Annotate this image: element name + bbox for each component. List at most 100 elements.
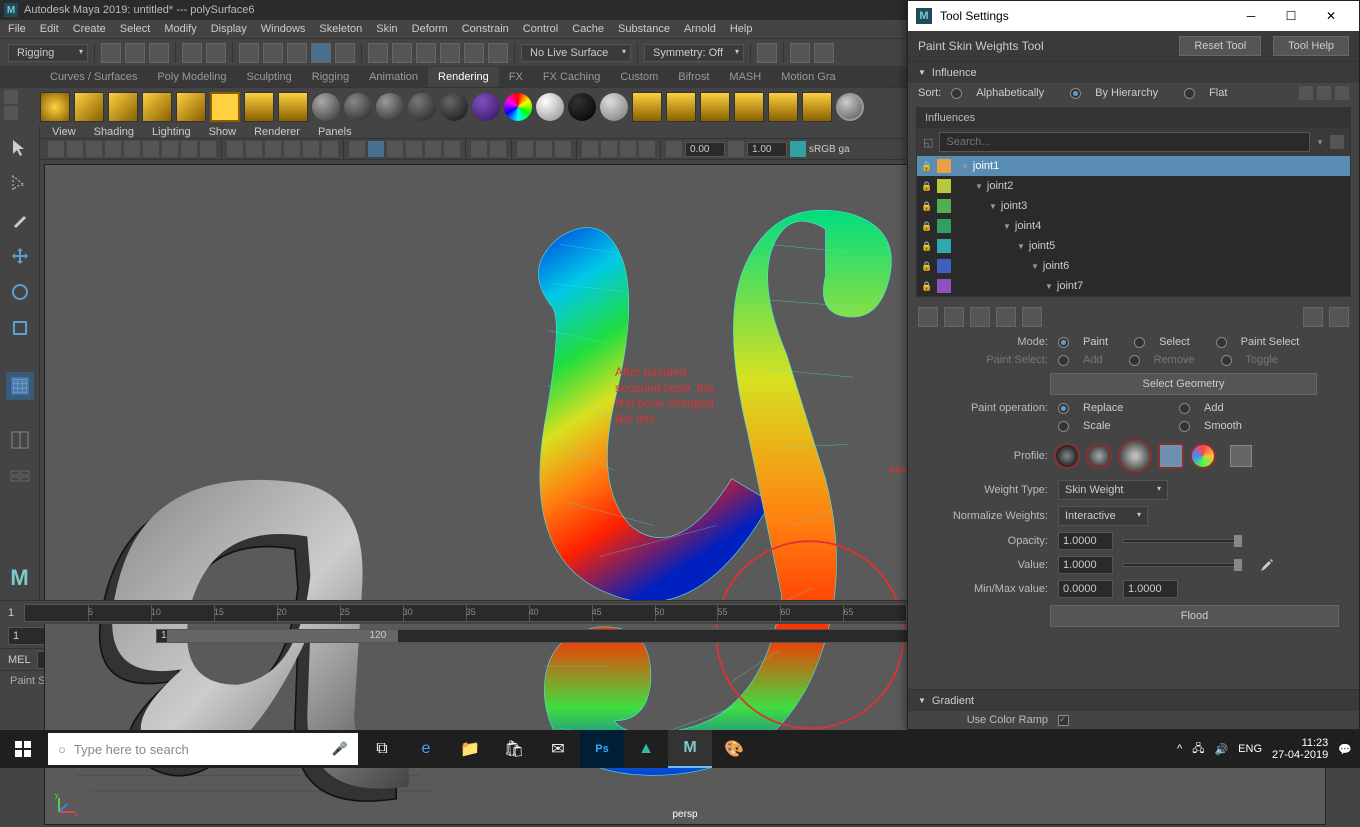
joint-row-joint3[interactable]: 🔒 ▼ joint3 xyxy=(917,196,1350,216)
shelf-edit-icon[interactable] xyxy=(4,90,18,104)
shelf-tab-bifrost[interactable]: Bifrost xyxy=(668,67,719,87)
gamma-reset-icon[interactable] xyxy=(728,141,744,157)
filter-icon[interactable]: ◱ xyxy=(923,136,933,149)
shelf-tab-custom[interactable]: Custom xyxy=(610,67,668,87)
target-icon[interactable] xyxy=(836,93,864,121)
shader-phong-icon[interactable] xyxy=(344,93,372,121)
panel-lighting[interactable]: Lighting xyxy=(152,126,191,138)
value-slider[interactable] xyxy=(1123,563,1243,567)
paint-icon[interactable]: 🎨 xyxy=(712,730,756,768)
shelf-tab-fxcaching[interactable]: FX Caching xyxy=(533,67,610,87)
render-settings-icon[interactable] xyxy=(802,92,832,122)
move-weights-icon[interactable] xyxy=(996,307,1016,327)
notifications-icon[interactable]: 💬 xyxy=(1338,743,1352,756)
sort-flat-radio[interactable] xyxy=(1184,88,1195,99)
render-icon[interactable] xyxy=(790,43,810,63)
show-influenced-icon[interactable] xyxy=(1303,307,1323,327)
menu-windows[interactable]: Windows xyxy=(261,23,306,35)
mode-paint-radio[interactable] xyxy=(1058,337,1069,348)
photoshop-icon[interactable]: Ps xyxy=(580,730,624,768)
brush-solid[interactable] xyxy=(1118,439,1152,473)
use-color-ramp-checkbox[interactable] xyxy=(1058,715,1069,726)
mode-paintselect-radio[interactable] xyxy=(1216,337,1227,348)
snap-view-icon[interactable] xyxy=(464,43,484,63)
shader-standard-icon[interactable] xyxy=(244,92,274,122)
lock-icon[interactable]: 🔒 xyxy=(921,240,933,252)
shader-grey-icon[interactable] xyxy=(600,93,628,121)
grid-icon[interactable] xyxy=(143,141,159,157)
sort-alpha-radio[interactable] xyxy=(951,88,962,99)
brush-square[interactable] xyxy=(1158,443,1184,469)
select-component-icon[interactable] xyxy=(311,43,331,63)
shader-blinn-icon[interactable] xyxy=(312,93,340,121)
color-mgmt-icon[interactable] xyxy=(790,141,806,157)
language-indicator[interactable]: ENG xyxy=(1238,743,1262,755)
joint-color-swatch[interactable] xyxy=(937,239,951,253)
joint-color-swatch[interactable] xyxy=(937,259,951,273)
move-tool-icon[interactable] xyxy=(6,242,34,270)
shader-ramp-icon[interactable] xyxy=(440,93,468,121)
menu-substance[interactable]: Substance xyxy=(618,23,670,35)
shader-phonge-icon[interactable] xyxy=(376,93,404,121)
shelf-tab-rigging[interactable]: Rigging xyxy=(302,67,359,87)
mode-select-radio[interactable] xyxy=(1134,337,1145,348)
ao-icon[interactable] xyxy=(425,141,441,157)
opacity-slider[interactable] xyxy=(1123,539,1243,543)
menu-file[interactable]: File xyxy=(8,23,26,35)
panel-view[interactable]: View xyxy=(52,126,76,138)
joint-color-swatch[interactable] xyxy=(937,219,951,233)
panel-show[interactable]: Show xyxy=(209,126,237,138)
lock-icon[interactable]: 🔒 xyxy=(921,160,933,172)
paint-select-icon[interactable] xyxy=(6,206,34,234)
hypershade-icon[interactable] xyxy=(734,92,764,122)
toggle-d-icon[interactable] xyxy=(639,141,655,157)
paint-weights-tool-icon[interactable] xyxy=(6,372,34,400)
close-button[interactable]: ✕ xyxy=(1311,2,1351,30)
lock-icon[interactable]: 🔒 xyxy=(921,220,933,232)
snap-curve-icon[interactable] xyxy=(392,43,412,63)
eyedropper-icon[interactable] xyxy=(1259,557,1275,573)
select-multi-icon[interactable] xyxy=(335,43,355,63)
shelf-tab-motion[interactable]: Motion Gra xyxy=(771,67,845,87)
panel-shading[interactable]: Shading xyxy=(94,126,134,138)
dof-icon[interactable] xyxy=(471,141,487,157)
shader-black-icon[interactable] xyxy=(568,93,596,121)
show-all-icon[interactable] xyxy=(1329,307,1349,327)
gamma-value[interactable] xyxy=(747,142,787,157)
shelf-tab-rendering[interactable]: Rendering xyxy=(428,67,499,87)
render-view-icon[interactable] xyxy=(768,92,798,122)
smooth-shade-icon[interactable] xyxy=(246,141,262,157)
brush-custom-icon[interactable] xyxy=(1190,443,1216,469)
select-tool-icon[interactable] xyxy=(6,134,34,162)
render-layer-icon[interactable] xyxy=(666,92,696,122)
batch-render-icon[interactable] xyxy=(700,92,730,122)
select-hierarchy-icon[interactable] xyxy=(263,43,283,63)
gate-mask-icon[interactable] xyxy=(200,141,216,157)
joint-color-swatch[interactable] xyxy=(937,199,951,213)
menu-constrain[interactable]: Constrain xyxy=(462,23,509,35)
shader-rainbow-icon[interactable] xyxy=(504,93,532,121)
menu-arnold[interactable]: Arnold xyxy=(684,23,716,35)
lasso-tool-icon[interactable] xyxy=(6,170,34,198)
explorer-icon[interactable]: 📁 xyxy=(448,730,492,768)
tool-help-button[interactable]: Tool Help xyxy=(1273,36,1349,56)
live-surface-dropdown[interactable]: No Live Surface xyxy=(521,44,631,62)
pin-icon[interactable] xyxy=(1299,86,1313,100)
open-scene-icon[interactable] xyxy=(125,43,145,63)
select-mode-icon[interactable] xyxy=(239,43,259,63)
edge-icon[interactable]: e xyxy=(404,730,448,768)
select-object-icon[interactable] xyxy=(287,43,307,63)
undo-icon[interactable] xyxy=(182,43,202,63)
menu-select[interactable]: Select xyxy=(120,23,151,35)
opacity-input[interactable] xyxy=(1058,532,1113,550)
toggle-c-icon[interactable] xyxy=(620,141,636,157)
light-spot-icon[interactable] xyxy=(142,92,172,122)
gamma-icon[interactable] xyxy=(536,141,552,157)
refresh-icon[interactable] xyxy=(1330,135,1344,149)
brush-gaussian[interactable] xyxy=(1054,443,1080,469)
taskbar-search[interactable]: ○ Type here to search 🎤 xyxy=(48,733,358,765)
image-plane-icon[interactable] xyxy=(86,141,102,157)
menu-skeleton[interactable]: Skeleton xyxy=(319,23,362,35)
expand-icon[interactable]: ▼ xyxy=(1031,262,1039,271)
menu-modify[interactable]: Modify xyxy=(164,23,196,35)
